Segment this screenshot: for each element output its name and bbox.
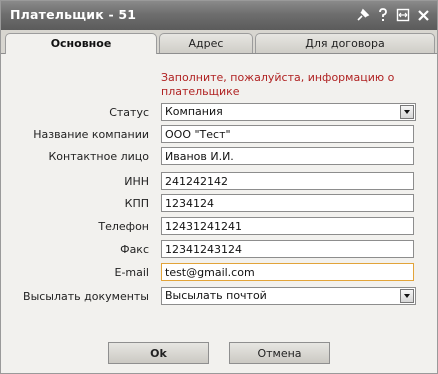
status-value: Компания [165,105,223,118]
status-select[interactable]: Компания [161,103,416,121]
chevron-down-icon[interactable] [400,289,414,303]
inn-label: ИНН [124,175,149,188]
company-name-label: Название компании [33,128,149,141]
fax-label: Факс [120,243,149,256]
window-title: Плательщик - 51 [10,7,137,22]
tab-contract[interactable]: Для договора [255,33,435,53]
phone-input[interactable] [161,217,414,235]
email-input[interactable] [161,263,414,281]
cancel-button[interactable]: Отмена [229,342,330,364]
ok-button[interactable]: Ok [108,342,209,364]
email-label: E-mail [114,266,150,279]
company-name-input[interactable] [161,125,414,143]
kpp-input[interactable] [161,194,414,212]
inn-input[interactable] [161,172,414,190]
restore-icon[interactable] [395,7,411,23]
kpp-label: КПП [124,197,149,210]
titlebar[interactable]: Плательщик - 51 [1,1,437,30]
contact-label: Контактное лицо [48,150,149,163]
titlebar-icons [355,7,431,23]
phone-label: Телефон [98,220,149,233]
payer-dialog: Плательщик - 51 Основное Адрес Для догов… [0,0,438,374]
chevron-down-icon[interactable] [400,105,414,119]
help-icon[interactable] [375,7,391,23]
send-docs-select[interactable]: Высылать почтой [161,287,416,305]
tab-bar: Основное Адрес Для договора [1,30,437,54]
tab-address[interactable]: Адрес [159,33,253,53]
status-label: Статус [109,106,149,119]
fax-input[interactable] [161,240,414,258]
send-docs-value: Высылать почтой [165,289,267,302]
contact-input[interactable] [161,147,414,165]
pin-icon[interactable] [355,7,371,23]
tab-main[interactable]: Основное [5,33,157,54]
form-notice: Заполните, пожалуйста, информацию о плат… [161,71,395,98]
send-docs-label: Высылать документы [23,290,149,303]
close-icon[interactable] [415,7,431,23]
